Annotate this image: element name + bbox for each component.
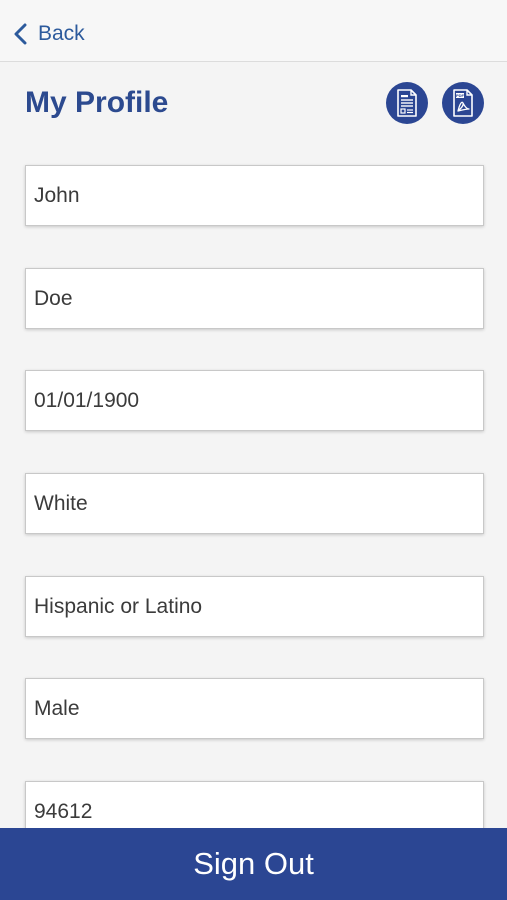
ethnicity-field[interactable]: [25, 576, 484, 637]
page-header: My Profile PDF: [0, 62, 507, 152]
chevron-left-icon: [14, 23, 27, 45]
date-of-birth-field[interactable]: [25, 370, 484, 431]
pdf-badge: PDF: [456, 93, 465, 98]
document-form-icon: [397, 89, 417, 117]
navigation-bar: Back: [0, 0, 507, 62]
last-name-field[interactable]: [25, 268, 484, 329]
pdf-download-button[interactable]: PDF: [442, 82, 484, 124]
sex-field[interactable]: [25, 678, 484, 739]
race-field[interactable]: [25, 473, 484, 534]
first-name-field[interactable]: [25, 165, 484, 226]
sign-out-button[interactable]: Sign Out: [0, 828, 507, 900]
page-title: My Profile: [25, 86, 169, 119]
back-label: Back: [38, 22, 85, 45]
pdf-document-icon: PDF: [453, 89, 473, 117]
back-button[interactable]: Back: [12, 18, 85, 50]
document-form-button[interactable]: [386, 82, 428, 124]
